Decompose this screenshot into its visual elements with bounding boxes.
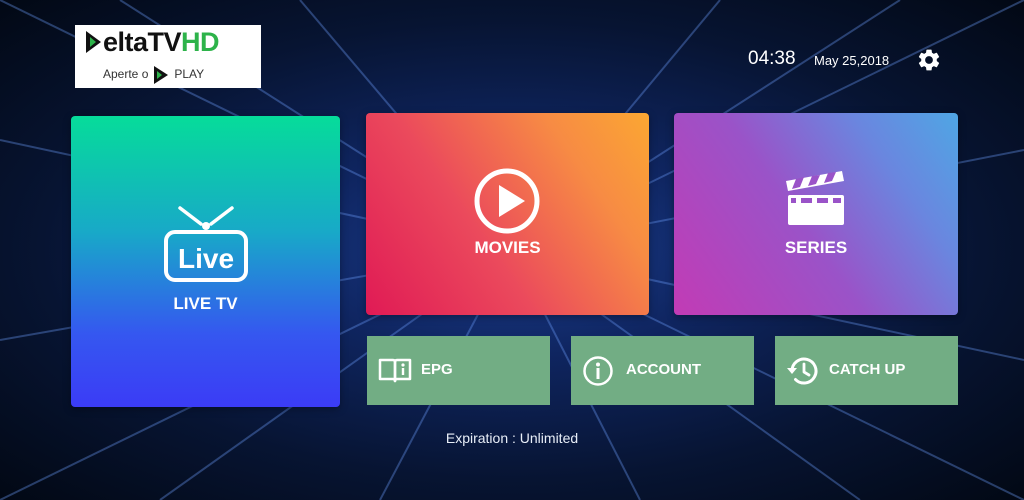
- logo-wordmark: eltaTVHD: [83, 27, 220, 57]
- delta-tv-hd-logo: eltaTVHD Aperte o PLAY: [75, 25, 261, 88]
- live-tv-tile[interactable]: Live LIVE TV: [71, 116, 340, 407]
- movies-label: MOVIES: [474, 238, 541, 257]
- catch-up-tile[interactable]: CATCH UP: [775, 336, 958, 405]
- clock-time: 04:38: [748, 48, 796, 69]
- logo-play-d-icon: [86, 31, 101, 53]
- play-circle-icon: [474, 168, 540, 234]
- logo-brand-prefix: elta: [103, 27, 148, 57]
- clapperboard-icon: [786, 171, 844, 225]
- logo-brand-hd: HD: [181, 27, 220, 57]
- history-icon: [787, 357, 818, 385]
- gear-icon[interactable]: [916, 47, 942, 73]
- series-label: SERIES: [784, 238, 848, 257]
- live-tv-icon-text: Live: [178, 243, 234, 274]
- account-label: ACCOUNT: [626, 361, 701, 378]
- expiration-status: Expiration : Unlimited: [445, 430, 579, 446]
- logo-tagline-after: PLAY: [174, 67, 205, 82]
- logo-brand-tv: TV: [147, 27, 182, 57]
- account-tile[interactable]: ACCOUNT: [571, 336, 754, 405]
- logo-tagline-before: Aperte o: [103, 67, 149, 82]
- catch-up-label: CATCH UP: [829, 361, 906, 378]
- clock-date: May 25,2018: [814, 53, 890, 68]
- live-tv-icon: Live: [164, 206, 248, 282]
- book-info-icon: [378, 358, 412, 383]
- series-tile[interactable]: SERIES: [674, 113, 958, 315]
- info-circle-icon: [583, 356, 613, 386]
- epg-label: EPG: [421, 361, 453, 378]
- logo-tagline: Aperte o PLAY: [103, 64, 205, 84]
- home-screen: eltaTVHD Aperte o PLAY 04:38 May 25,2018…: [0, 0, 1024, 500]
- movies-tile[interactable]: MOVIES: [366, 113, 649, 315]
- live-tv-label: LIVE TV: [173, 294, 238, 313]
- logo-play-icon: [154, 66, 169, 84]
- epg-tile[interactable]: EPG: [367, 336, 550, 405]
